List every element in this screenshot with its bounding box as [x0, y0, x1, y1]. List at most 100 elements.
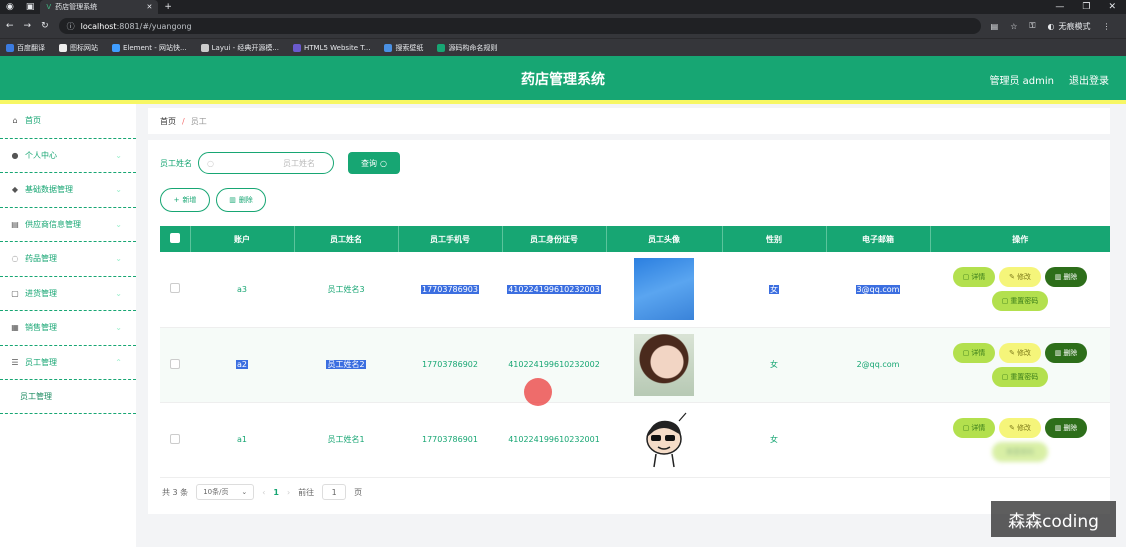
row-select-cell [160, 402, 190, 478]
select-all-checkbox[interactable] [169, 233, 180, 243]
edit-button[interactable]: ✎ 修改 [999, 267, 1041, 288]
back-icon[interactable]: ← [6, 21, 14, 31]
minimize-icon[interactable]: — [1055, 2, 1064, 12]
menu-icon: ☰ [11, 357, 19, 367]
search-input[interactable]: ○ 员工姓名 [198, 152, 334, 174]
sidebar-subitem-staff-manage[interactable]: 员工管理 [0, 380, 136, 414]
ops-cell: ▢ 详情 ✎ 修改 ▥ 删除 重置密码 [930, 402, 1110, 478]
prev-page-icon[interactable]: ‹ [262, 488, 265, 497]
chevron-down-icon: ⌄ [115, 219, 122, 229]
delete-button[interactable]: ▥ 删除 [1045, 342, 1087, 363]
bookmark-icon [59, 43, 67, 52]
id-card-cell: 410224199610232003 [502, 252, 606, 328]
browser-tab-strip: ◉ ▣ V 药店管理系统 ✕ + — ❐ ✕ [0, 0, 1126, 14]
reload-icon[interactable]: ↻ [41, 21, 49, 31]
account-cell: a1 [190, 402, 294, 478]
row-checkbox[interactable] [170, 358, 180, 369]
sidebar-item-purchase[interactable]: ▢ 进货管理 ⌄ [0, 277, 136, 311]
delete-button[interactable]: ▥ 删除 [1045, 267, 1087, 288]
breadcrumb: 首页 / 员工 [148, 108, 1110, 134]
bookmark-item[interactable]: 源码构命名规则 [437, 43, 497, 53]
goto-page-input[interactable]: 1 [322, 484, 347, 500]
avatar-cell [606, 252, 722, 328]
sidebar-item-profile[interactable]: ● 个人中心 ⌄ [0, 139, 136, 173]
avatar [634, 258, 694, 321]
reset-password-button[interactable]: 重置密码 [992, 441, 1048, 462]
add-button[interactable]: + 新增 [160, 188, 210, 212]
doc-icon: ▦ [11, 323, 19, 333]
chrome-menu-icon[interactable]: ◉ [0, 2, 20, 12]
page-size-value: 10条/页 [203, 488, 229, 496]
breadcrumb-separator: / [182, 116, 185, 126]
bookmark-item[interactable]: 图标网站 [59, 43, 98, 53]
bookmark-icon [384, 43, 393, 52]
goto-suffix: 页 [354, 487, 363, 497]
reset-password-button[interactable]: ▢ 重置密码 [992, 291, 1048, 312]
name-cell: 员工姓名2 [294, 327, 398, 403]
browser-tab[interactable]: V 药店管理系统 ✕ [40, 0, 159, 14]
sidebar-item-drugs[interactable]: ◌ 药品管理 ⌄ [0, 242, 136, 277]
chevron-down-icon: ⌄ [115, 254, 122, 264]
plus-icon: + [173, 196, 180, 204]
breadcrumb-home[interactable]: 首页 [160, 116, 176, 127]
logout-link[interactable]: 退出登录 [1069, 72, 1109, 87]
circle-icon: ◌ [11, 254, 19, 264]
edit-button[interactable]: ✎ 修改 [999, 342, 1041, 363]
query-button-label: 查询 [361, 158, 377, 168]
batch-delete-button[interactable]: ▥ 删除 [216, 188, 266, 212]
key-icon[interactable]: ⚿ [1029, 21, 1035, 31]
new-tab-icon[interactable]: + [158, 2, 178, 12]
bookmarks-bar: 百度翻译 图标网站 Element - 网站快... Layui - 经典开源模… [0, 38, 1126, 56]
total-count: 共 3 条 [162, 487, 189, 497]
more-icon[interactable]: ⋮ [1102, 22, 1110, 31]
page-size-select[interactable]: 10条/页 ⌄ [196, 484, 255, 500]
sidebar-item-supplier[interactable]: ▤ 供应商信息管理 ⌄ [0, 208, 136, 242]
query-button[interactable]: 查询 ○ [348, 152, 400, 174]
edit-button[interactable]: ✎ 修改 [999, 417, 1041, 438]
bookmark-label: 源码构命名规则 [448, 43, 498, 52]
sidebar-item-sales[interactable]: ▦ 销售管理 ⌄ [0, 311, 136, 346]
translate-icon[interactable]: ▤ [991, 22, 999, 31]
column-header: 电子邮箱 [826, 226, 931, 252]
location-icon: ◆ [11, 185, 19, 195]
bookmark-item[interactable]: Element - 网站快... [112, 43, 187, 53]
select-all-cell [160, 226, 191, 252]
star-icon[interactable]: ☆ [1010, 22, 1017, 31]
detail-button[interactable]: ▢ 详情 [953, 417, 995, 438]
restore-icon[interactable]: ❐ [1082, 2, 1090, 12]
gender-cell: 女 [722, 402, 826, 478]
bookmark-item[interactable]: Layui - 经典开源模... [200, 43, 279, 53]
forward-icon[interactable]: → [24, 21, 32, 31]
main-content: 首页 / 员工 员工姓名 ○ 员工姓名 查询 ○ + 新增 ▥ 删除 账户 员工… [136, 104, 1126, 547]
delete-button[interactable]: ▥ 删除 [1045, 417, 1087, 438]
reset-password-button[interactable]: ▢ 重置密码 [992, 366, 1048, 387]
detail-button[interactable]: ▢ 详情 [953, 342, 995, 363]
row-checkbox[interactable] [170, 283, 180, 294]
detail-button[interactable]: ▢ 详情 [953, 267, 995, 288]
sidebar-item-home[interactable]: ⌂ 首页 [0, 104, 136, 139]
column-header: 员工头像 [606, 226, 723, 252]
close-window-icon[interactable]: ✕ [1108, 2, 1116, 12]
user-icon: ● [11, 150, 19, 160]
incognito-icon: ◐ [1047, 21, 1055, 31]
sidebar-item-basic-data[interactable]: ◆ 基础数据管理 ⌄ [0, 173, 136, 208]
detail-label: 详情 [971, 348, 986, 357]
chevron-down-icon: ⌄ [115, 323, 122, 333]
pinned-tab-icon[interactable]: ▣ [20, 2, 41, 12]
sidebar-item-staff[interactable]: ☰ 员工管理 ⌃ [0, 346, 136, 380]
search-row: 员工姓名 ○ 员工姓名 查询 ○ [160, 152, 400, 174]
next-page-icon[interactable]: › [287, 488, 290, 497]
cartoon-avatar-icon [646, 412, 687, 467]
bookmark-item[interactable]: 搜索壁纸 [384, 43, 423, 53]
incognito-badge[interactable]: ◐ 无痕模式 [1047, 21, 1090, 32]
current-page[interactable]: 1 [273, 488, 279, 497]
bookmark-item[interactable]: 百度翻译 [6, 43, 45, 53]
row-checkbox[interactable] [170, 433, 180, 444]
close-tab-icon[interactable]: ✕ [147, 3, 153, 11]
avatar [634, 333, 694, 396]
url-host: localhost [80, 21, 117, 31]
breadcrumb-current: 员工 [190, 116, 207, 126]
home-icon: ⌂ [12, 116, 18, 126]
bookmark-item[interactable]: HTML5 Website T... [293, 43, 370, 52]
url-field[interactable]: ⓘ localhost :8081/#/yuangong [58, 18, 981, 34]
